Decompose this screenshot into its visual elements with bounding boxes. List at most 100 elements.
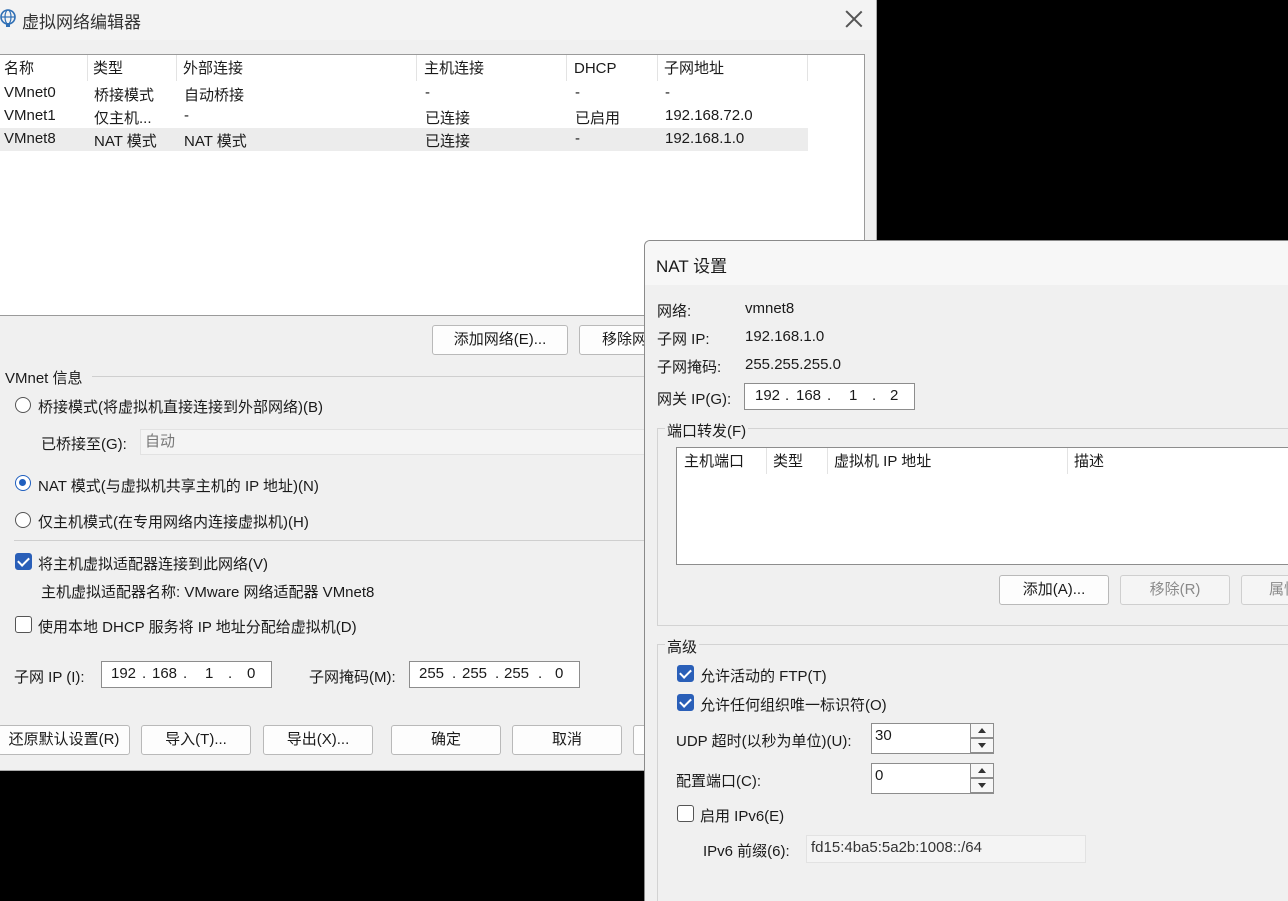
ip-dot: . bbox=[228, 665, 233, 682]
cell-subnet: 192.168.72.0 bbox=[665, 107, 753, 124]
cancel-button[interactable]: 取消 bbox=[512, 725, 622, 755]
ip-dot: . bbox=[495, 665, 500, 682]
use-dhcp-checkbox[interactable] bbox=[15, 616, 32, 633]
config-port-stepper[interactable]: 0 bbox=[871, 763, 994, 794]
enable-ipv6-checkbox[interactable] bbox=[677, 805, 694, 822]
subnet-ip-label: 子网 IP: bbox=[657, 331, 710, 348]
cell-name: VMnet8 bbox=[4, 130, 56, 147]
add-port-button[interactable]: 添加(A)... bbox=[999, 575, 1109, 605]
ip-octet: 0 bbox=[555, 665, 564, 682]
cell-name: VMnet1 bbox=[4, 107, 56, 124]
cell-dhcp: 已启用 bbox=[575, 110, 621, 127]
table-row[interactable]: VMnet1 仅主机... - 已连接 已启用 192.168.72.0 bbox=[0, 105, 808, 128]
gateway-label: 网关 IP(G): bbox=[657, 391, 732, 408]
ip-dot: . bbox=[142, 665, 147, 682]
ip-dot: . bbox=[183, 665, 188, 682]
ip-octet: 255 bbox=[504, 665, 530, 682]
cell-type: 桥接模式 bbox=[94, 87, 155, 104]
subnet-mask-label: 子网掩码: bbox=[657, 359, 722, 376]
ip-octet: 1 bbox=[849, 387, 858, 404]
bridge-mode-label[interactable]: 桥接模式(将虚拟机直接连接到外部网络)(B) bbox=[38, 396, 323, 417]
column-header-host[interactable]: 主机连接 bbox=[420, 55, 567, 81]
ip-dot: . bbox=[452, 665, 457, 682]
ip-dot: . bbox=[872, 387, 877, 404]
cell-subnet: - bbox=[665, 84, 670, 101]
bridged-to-select[interactable]: 自动 bbox=[140, 429, 660, 455]
group-line bbox=[92, 376, 652, 377]
table-row-selected[interactable]: VMnet8 NAT 模式 NAT 模式 已连接 - 192.168.1.0 bbox=[0, 128, 808, 151]
remove-port-button[interactable]: 移除(R) bbox=[1120, 575, 1230, 605]
spin-down-icon[interactable] bbox=[970, 738, 994, 753]
title-bar: NAT 设置 bbox=[645, 241, 1288, 285]
ip-dot: . bbox=[785, 387, 790, 404]
cell-dhcp: - bbox=[575, 84, 580, 101]
column-header-host-port[interactable]: 主机端口 bbox=[677, 448, 767, 474]
cell-dhcp: - bbox=[575, 130, 580, 147]
column-header-type[interactable]: 类型 bbox=[89, 55, 177, 81]
ip-dot: . bbox=[827, 387, 832, 404]
cell-subnet: 192.168.1.0 bbox=[665, 130, 745, 147]
config-port-label: 配置端口(C): bbox=[676, 773, 761, 790]
allow-ftp-checkbox[interactable] bbox=[677, 665, 694, 682]
bridged-to-label: 已桥接至(G): bbox=[41, 436, 127, 453]
subnet-ip-value: 192.168.1.0 bbox=[745, 328, 825, 345]
udp-timeout-stepper[interactable]: 30 bbox=[871, 723, 994, 754]
ip-octet: 192 bbox=[755, 387, 781, 404]
allow-oui-checkbox[interactable] bbox=[677, 694, 694, 711]
network-globe-icon bbox=[0, 9, 16, 27]
import-button[interactable]: 导入(T)... bbox=[141, 725, 251, 755]
export-button[interactable]: 导出(X)... bbox=[263, 725, 373, 755]
column-header-subnet[interactable]: 子网地址 bbox=[660, 55, 808, 81]
subnet-mask-input[interactable]: 255 . 255 . 255 . 0 bbox=[409, 661, 580, 688]
add-network-button[interactable]: 添加网络(E)... bbox=[432, 325, 568, 355]
gateway-ip-input[interactable]: 192 . 168 . 1 . 2 bbox=[744, 383, 915, 410]
spin-up-icon[interactable] bbox=[970, 723, 994, 738]
bridge-mode-radio[interactable] bbox=[15, 397, 31, 413]
column-header-dhcp[interactable]: DHCP bbox=[570, 55, 658, 81]
adapter-name-label: 主机虚拟适配器名称: VMware 网络适配器 VMnet8 bbox=[41, 584, 375, 601]
cell-external: NAT 模式 bbox=[184, 133, 247, 150]
window-title: 虚拟网络编辑器 bbox=[22, 13, 141, 32]
window-title: NAT 设置 bbox=[656, 257, 728, 276]
ip-octet: 168 bbox=[152, 665, 178, 682]
cell-name: VMnet0 bbox=[4, 84, 56, 101]
column-header-vm-ip[interactable]: 虚拟机 IP 地址 bbox=[829, 448, 1068, 474]
column-header-description[interactable]: 描述 bbox=[1069, 448, 1288, 474]
host-only-label[interactable]: 仅主机模式(在专用网络内连接虚拟机)(H) bbox=[38, 511, 309, 532]
ip-octet: 168 bbox=[796, 387, 822, 404]
close-icon[interactable] bbox=[845, 10, 863, 28]
cell-host: 已连接 bbox=[425, 110, 471, 127]
subnet-ip-label: 子网 IP (I): bbox=[14, 669, 85, 686]
enable-ipv6-label[interactable]: 启用 IPv6(E) bbox=[700, 805, 784, 826]
vmnet-info-label: VMnet 信息 bbox=[5, 370, 83, 387]
advanced-label: 高级 bbox=[665, 636, 700, 657]
column-header-type[interactable]: 类型 bbox=[768, 448, 828, 474]
host-only-radio[interactable] bbox=[15, 512, 31, 528]
ipv6-prefix-field[interactable]: fd15:4ba5:5a2b:1008::/64 bbox=[806, 835, 1086, 863]
properties-button[interactable]: 属性 bbox=[1241, 575, 1288, 605]
use-dhcp-label[interactable]: 使用本地 DHCP 服务将 IP 地址分配给虚拟机(D) bbox=[38, 616, 357, 637]
cell-type: 仅主机... bbox=[94, 110, 152, 127]
subnet-mask-value: 255.255.255.0 bbox=[745, 356, 841, 373]
spin-down-icon[interactable] bbox=[970, 778, 994, 793]
network-label: 网络: bbox=[657, 303, 692, 320]
connect-adapter-label[interactable]: 将主机虚拟适配器连接到此网络(V) bbox=[38, 553, 268, 574]
nat-mode-radio[interactable] bbox=[15, 475, 31, 491]
ip-octet: 2 bbox=[890, 387, 899, 404]
nat-mode-label[interactable]: NAT 模式(与虚拟机共享主机的 IP 地址)(N) bbox=[38, 475, 319, 496]
udp-timeout-label: UDP 超时(以秒为单位)(U): bbox=[676, 733, 852, 750]
column-header-external[interactable]: 外部连接 bbox=[179, 55, 417, 81]
ip-dot: . bbox=[538, 665, 543, 682]
subnet-ip-input[interactable]: 192 . 168 . 1 . 0 bbox=[101, 661, 272, 688]
ok-button[interactable]: 确定 bbox=[391, 725, 501, 755]
column-header-name[interactable]: 名称 bbox=[0, 55, 88, 81]
port-forwarding-list[interactable]: 主机端口 类型 虚拟机 IP 地址 描述 bbox=[676, 447, 1288, 565]
restore-defaults-button[interactable]: 还原默认设置(R) bbox=[0, 725, 130, 755]
allow-ftp-label[interactable]: 允许活动的 FTP(T) bbox=[700, 665, 827, 686]
table-row[interactable]: VMnet0 桥接模式 自动桥接 - - - bbox=[0, 82, 808, 105]
spin-up-icon[interactable] bbox=[970, 763, 994, 778]
allow-oui-label[interactable]: 允许任何组织唯一标识符(O) bbox=[700, 694, 887, 715]
cell-type: NAT 模式 bbox=[94, 133, 157, 150]
divider bbox=[14, 540, 654, 541]
connect-adapter-checkbox[interactable] bbox=[15, 553, 32, 570]
